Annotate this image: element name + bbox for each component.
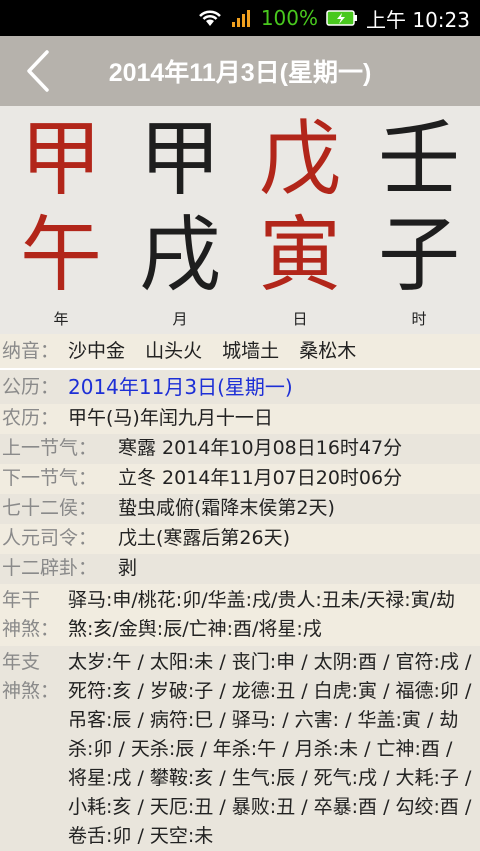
pillar-branch: 午 bbox=[19, 208, 102, 303]
row-label: 神煞： bbox=[2, 618, 60, 640]
pillar-label: 月 bbox=[172, 310, 188, 328]
nayin-item: 城墙土 bbox=[222, 340, 280, 362]
signal-icon bbox=[231, 8, 253, 28]
pillar-branch: 寅 bbox=[258, 208, 341, 303]
pillar-label: 年 bbox=[53, 310, 69, 328]
pillar-month: 甲 戌 月 bbox=[135, 112, 225, 329]
bigua-row: 十二辟卦： 剥 bbox=[0, 554, 480, 584]
renyuan-value: 戊土(寒露后第26天) bbox=[118, 527, 291, 549]
nayin-row: 纳音： 沙中金 山头火 城墙土 桑松木 bbox=[0, 334, 480, 368]
lunar-row: 农历： 甲午(马)年闰九月十一日 bbox=[0, 404, 480, 434]
pillar-day: 戊 寅 日 bbox=[255, 112, 345, 329]
pillar-stem: 甲 bbox=[138, 112, 221, 207]
pillar-year: 甲 午 年 bbox=[16, 112, 106, 329]
hou-row: 七十二侯： 蛰虫咸俯(霜降末侯第2天) bbox=[0, 494, 480, 524]
page-title: 2014年11月3日(星期一) bbox=[108, 59, 372, 87]
row-label: 年支 bbox=[2, 651, 41, 673]
year-branch-shensha-value: 太岁:午 / 太阳:未 / 丧门:申 / 太阴:酉 / 官符:戌 / 死符:亥 … bbox=[68, 651, 472, 847]
prev-term-row: 上一节气： 寒露 2014年10月08日16时47分 bbox=[0, 434, 480, 464]
year-branch-shensha-row: 年支 神煞： 太岁:午 / 太阳:未 / 丧门:申 / 太阴:酉 / 官符:戌 … bbox=[0, 646, 480, 851]
clock: 上午 10:23 bbox=[366, 7, 470, 32]
row-label: 七十二侯： bbox=[2, 497, 98, 519]
battery-icon bbox=[326, 9, 358, 27]
pillar-branch: 戌 bbox=[138, 208, 221, 303]
row-label: 下一节气： bbox=[2, 467, 98, 489]
pillar-stem: 甲 bbox=[19, 112, 102, 207]
hou-value: 蛰虫咸俯(霜降末侯第2天) bbox=[118, 497, 335, 519]
bigua-value: 剥 bbox=[118, 557, 138, 579]
lunar-date: 甲午(马)年闰九月十一日 bbox=[68, 407, 273, 429]
row-label: 公历： bbox=[2, 376, 60, 398]
nayin-item: 沙中金 bbox=[68, 340, 126, 362]
prev-term-value: 寒露 2014年10月08日16时47分 bbox=[118, 437, 403, 459]
pillar-label: 时 bbox=[411, 310, 427, 328]
next-term-row: 下一节气： 立冬 2014年11月07日20时06分 bbox=[0, 464, 480, 494]
pillar-branch: 子 bbox=[377, 208, 460, 303]
year-stem-shensha-row: 年干 神煞： 驿马:申/桃花:卯/华盖:戌/贵人:丑未/天禄:寅/劫煞:亥/金舆… bbox=[0, 584, 480, 646]
pillar-hour: 壬 子 时 bbox=[374, 112, 464, 329]
row-label: 农历： bbox=[2, 407, 60, 429]
solar-row: 公历： 2014年11月3日(星期一) bbox=[0, 370, 480, 404]
back-button[interactable] bbox=[16, 46, 60, 96]
status-bar: 100% 上午 10:23 bbox=[0, 0, 480, 36]
row-label: 十二辟卦： bbox=[2, 557, 98, 579]
row-label: 人元司令： bbox=[2, 527, 98, 549]
renyuan-row: 人元司令： 戊土(寒露后第26天) bbox=[0, 524, 480, 554]
chevron-left-icon bbox=[27, 50, 49, 92]
four-pillars: 甲 午 年 甲 戌 月 戊 寅 日 壬 子 时 bbox=[0, 106, 480, 334]
row-label: 上一节气： bbox=[2, 437, 98, 459]
row-label: 年干 bbox=[2, 589, 41, 611]
header-bar: 2014年11月3日(星期一) bbox=[0, 36, 480, 106]
pillar-label: 日 bbox=[292, 310, 308, 328]
year-stem-shensha-value: 驿马:申/桃花:卯/华盖:戌/贵人:丑未/天禄:寅/劫煞:亥/金舆:辰/亡神:酉… bbox=[68, 589, 456, 640]
battery-percent: 100% bbox=[260, 6, 318, 30]
pillar-stem: 戊 bbox=[258, 112, 341, 207]
wifi-icon bbox=[197, 8, 223, 28]
nayin-item: 山头火 bbox=[145, 340, 203, 362]
pillar-stem: 壬 bbox=[377, 112, 460, 207]
next-term-value: 立冬 2014年11月07日20时06分 bbox=[118, 467, 403, 489]
row-label: 纳音： bbox=[2, 340, 60, 362]
row-label: 神煞： bbox=[2, 680, 60, 702]
nayin-item: 桑松木 bbox=[299, 340, 357, 362]
solar-date[interactable]: 2014年11月3日(星期一) bbox=[68, 370, 480, 404]
almanac-info: 纳音： 沙中金 山头火 城墙土 桑松木 公历： 2014年11月3日(星期一) … bbox=[0, 334, 480, 851]
